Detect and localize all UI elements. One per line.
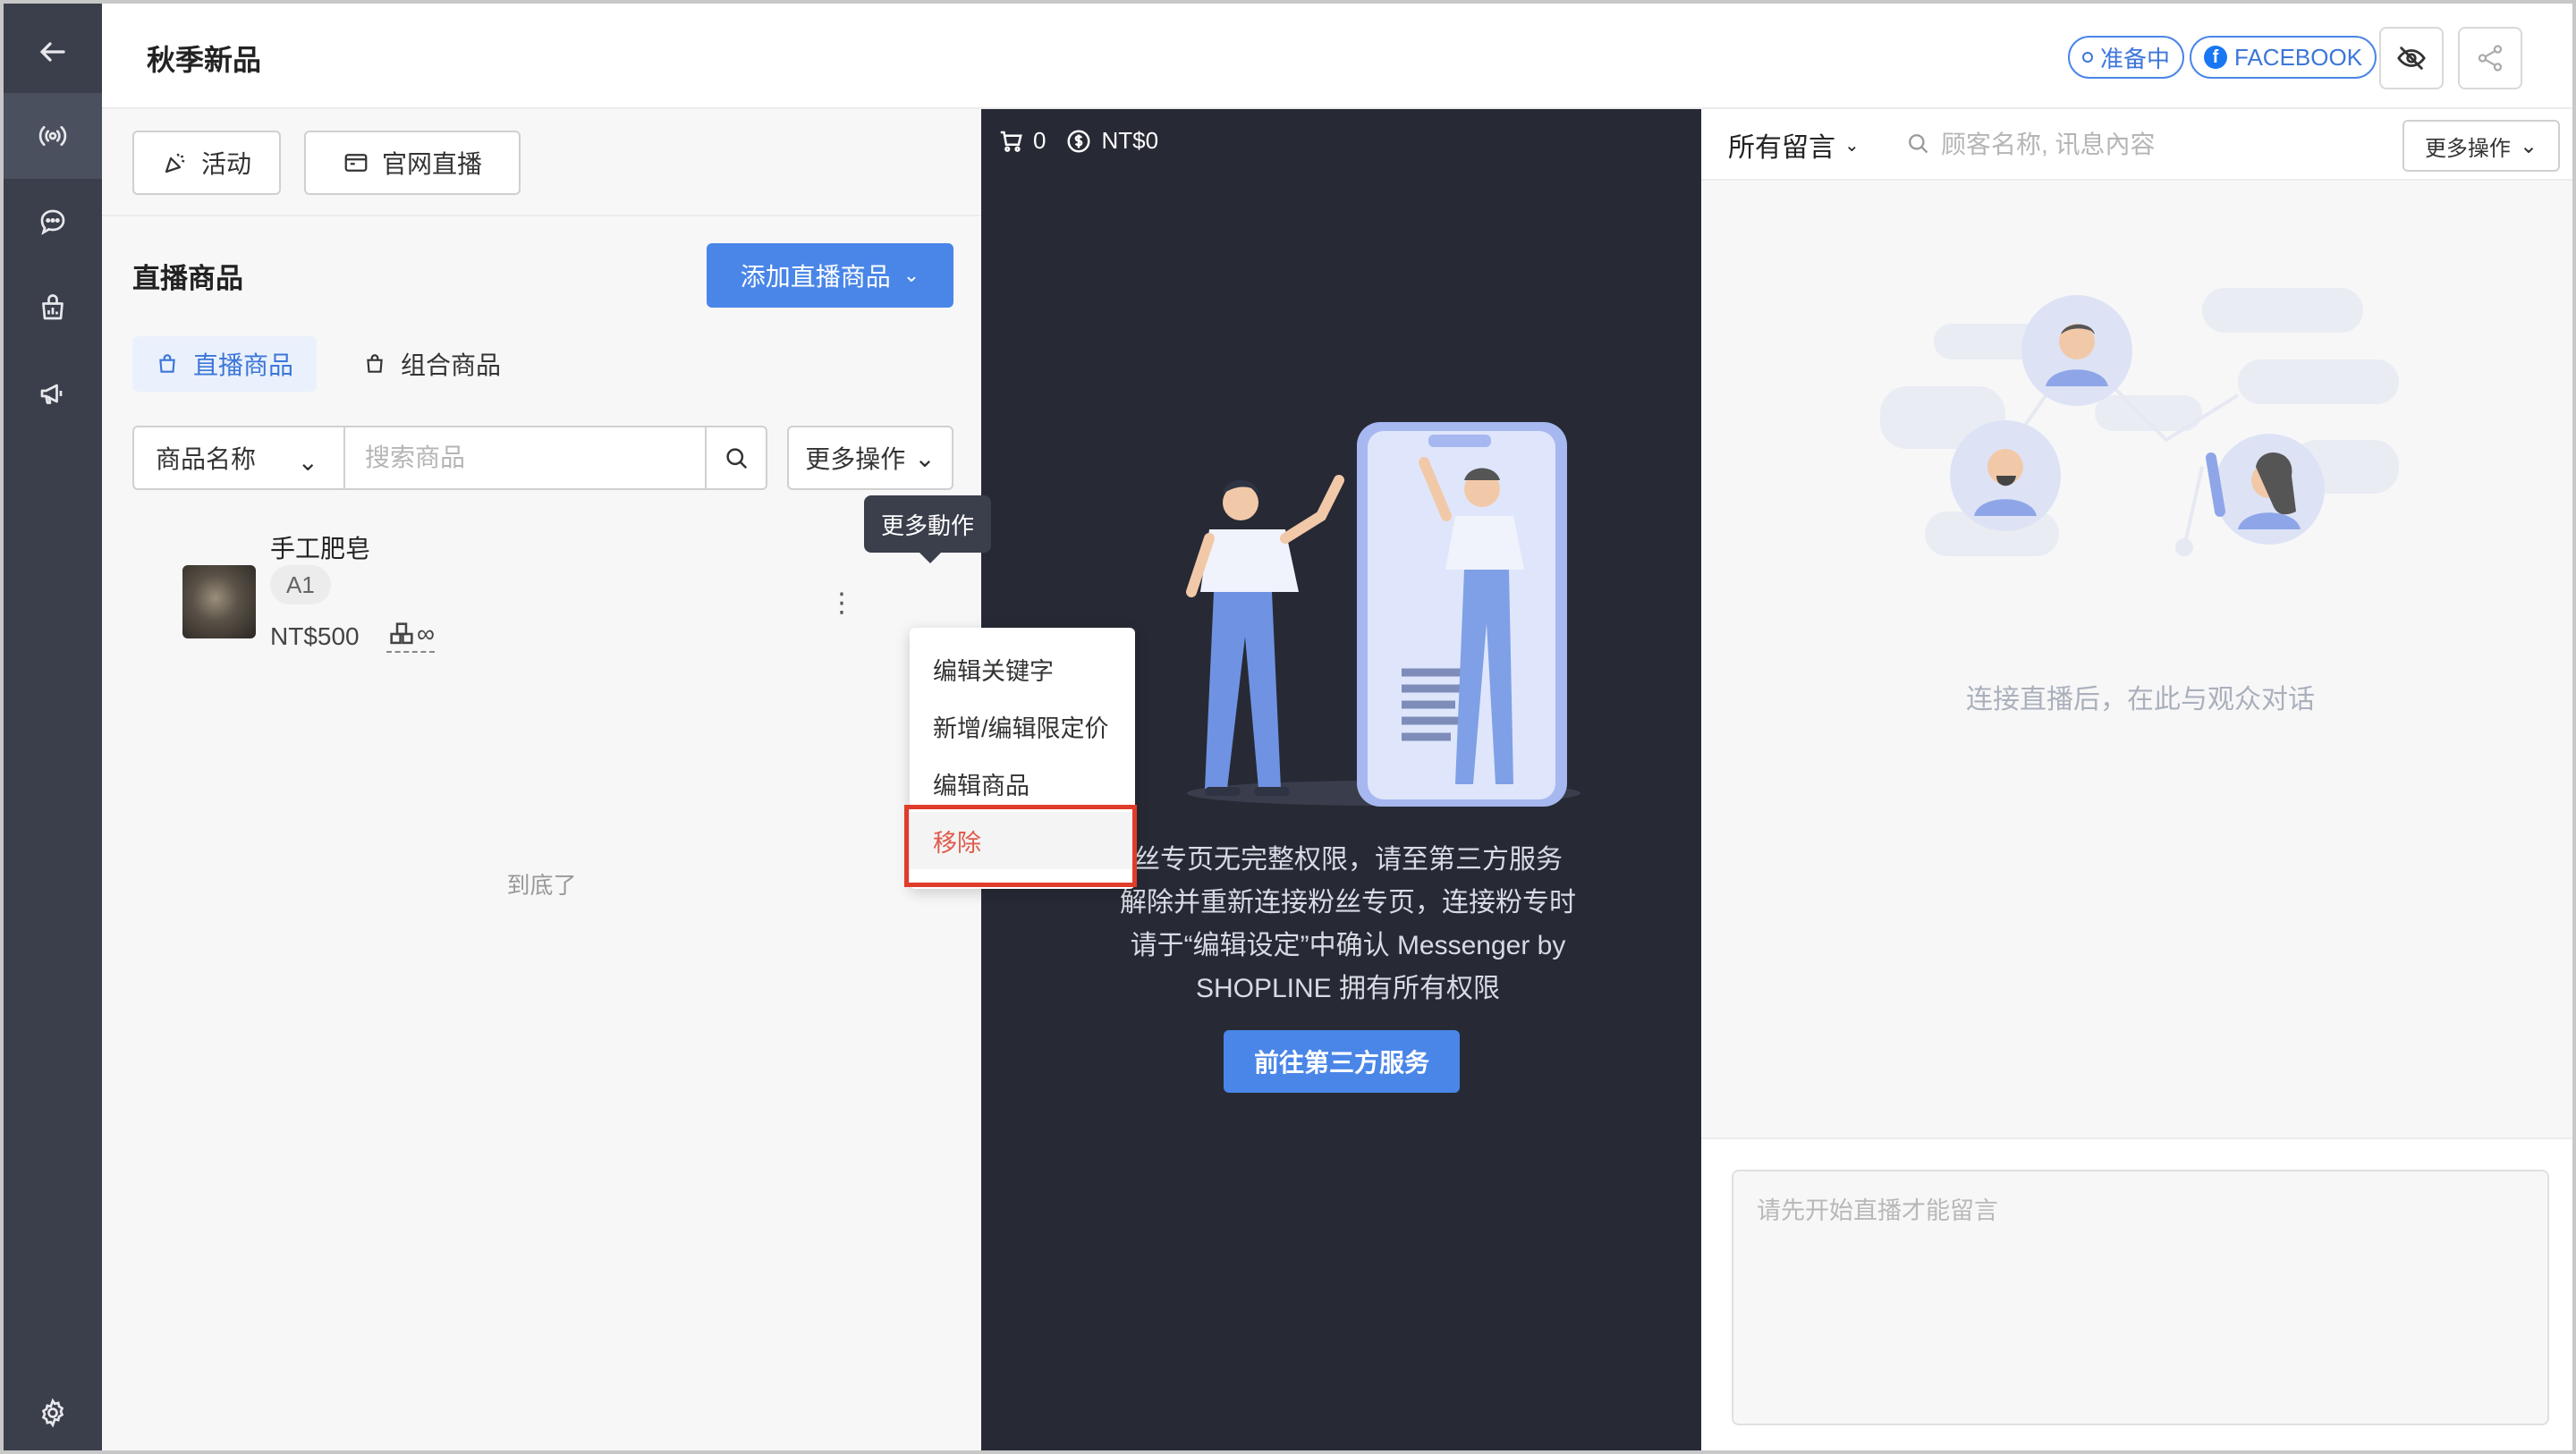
top-header: 秋季新品 准备中 f FACEBOOK <box>102 4 2572 109</box>
chevron-down-icon: ⌄ <box>902 264 920 286</box>
comments-search-input[interactable] <box>1941 120 2299 170</box>
audience-illustration <box>1880 288 2399 556</box>
back-icon <box>40 42 65 62</box>
left-nav <box>4 4 102 1450</box>
stats-icon <box>42 294 64 320</box>
permission-message: 丝专页无完整权限，请至第三方服务 解除并重新连接粉丝专页，连接粉专时 请于“编辑… <box>1062 839 1634 1010</box>
divider <box>1701 1137 2572 1139</box>
message-line: SHOPLINE 拥有所有权限 <box>1195 974 1501 1003</box>
tab-live-products[interactable]: 直播商品 <box>132 336 318 392</box>
inventory-icon <box>390 622 413 645</box>
more-options-icon[interactable]: ⋮ <box>828 590 855 624</box>
message-line: 解除并重新连接粉丝专页，连接粉专时 <box>1120 888 1576 917</box>
product-stock-value: ∞ <box>417 620 435 647</box>
comments-filter-label: 所有留言 <box>1728 133 1835 163</box>
comments-filter-dropdown[interactable]: 所有留言 ⌄ <box>1728 125 1860 165</box>
live-icon <box>38 125 67 147</box>
nav-marketing[interactable] <box>4 351 102 436</box>
nav-live[interactable] <box>4 93 102 179</box>
browser-icon <box>344 154 368 172</box>
status-dot-icon <box>2082 52 2093 63</box>
facebook-icon: f <box>2204 46 2227 69</box>
more-actions-label: 更多操作 <box>805 445 906 473</box>
add-live-product-button[interactable]: 添加直播商品 ⌄ <box>707 243 953 308</box>
activity-button[interactable]: 活动 <box>132 131 281 195</box>
product-thumbnail <box>182 565 256 638</box>
product-name: 手工肥皂 <box>270 535 371 562</box>
panel-toolbar: 活动 官网直播 <box>102 109 981 216</box>
product-tag: A1 <box>270 565 331 604</box>
filter-select-value: 商品名称 <box>156 445 257 473</box>
nav-chat[interactable] <box>4 179 102 265</box>
back-button[interactable] <box>4 9 102 95</box>
activity-button-label: 活动 <box>200 150 251 178</box>
dollar-icon <box>1067 130 1090 152</box>
more-actions-button[interactable]: 更多操作 ⌄ <box>787 426 953 490</box>
share-icon <box>2478 45 2503 72</box>
filter-select[interactable]: 商品名称 ⌄ <box>132 426 345 490</box>
cart-count: 0 <box>1033 127 1046 154</box>
cart-info: 0 NT$0 <box>997 127 1158 155</box>
visibility-toggle-button[interactable] <box>2379 27 2444 89</box>
bag-icon <box>159 354 175 373</box>
chevron-down-icon: ⌄ <box>914 444 936 472</box>
chevron-down-icon: ⌄ <box>1844 135 1860 156</box>
bag-icon <box>367 354 383 373</box>
eye-off-icon <box>2397 46 2426 70</box>
comments-empty-text: 连接直播后，在此与观众对话 <box>1966 685 2315 714</box>
product-price: NT$500 <box>270 622 360 650</box>
tab-bundle-products[interactable]: 组合商品 <box>340 336 524 392</box>
comments-more-actions-button[interactable]: 更多操作 ⌄ <box>2402 120 2560 172</box>
comments-panel: 所有留言 ⌄ 更多操作 ⌄ <box>1701 109 2572 1450</box>
comment-input[interactable] <box>1732 1170 2549 1425</box>
third-party-service-button[interactable]: 前往第三方服务 <box>1224 1030 1460 1093</box>
comments-list: 连接直播后，在此与观众对话 <box>1701 181 2572 1137</box>
tooltip: 更多動作 <box>864 495 991 563</box>
tab-live-products-label: 直播商品 <box>193 351 294 379</box>
chat-icon <box>40 209 65 235</box>
search-button[interactable] <box>705 426 767 490</box>
search-icon <box>726 448 748 469</box>
comments-toolbar: 所有留言 ⌄ 更多操作 ⌄ <box>1701 109 2572 181</box>
menu-item-edit-limited-price[interactable]: 新增/编辑限定价 <box>910 697 1135 755</box>
add-live-product-label: 添加直播商品 <box>740 263 891 291</box>
website-live-button-label: 官网直播 <box>381 150 482 178</box>
menu-item-edit-keyword[interactable]: 编辑关键字 <box>910 640 1135 697</box>
website-live-button[interactable]: 官网直播 <box>304 131 521 195</box>
chevron-down-icon: ⌄ <box>297 448 318 476</box>
comments-more-actions-label: 更多操作 <box>2424 136 2511 161</box>
platform-badge: f FACEBOOK <box>2190 36 2377 79</box>
product-search-input[interactable] <box>343 426 707 490</box>
party-icon <box>165 153 185 173</box>
gear-icon <box>41 1398 64 1428</box>
video-call-illustration <box>1186 422 1580 807</box>
tab-bundle-products-label: 组合商品 <box>401 351 502 379</box>
products-panel: 活动 官网直播 直播商品 添加直播商品 ⌄ 直播商品 组合商品 商品名称 ⌄ 搜… <box>102 109 981 1450</box>
cart-total: NT$0 <box>1101 127 1159 154</box>
share-button[interactable] <box>2458 27 2522 89</box>
search-icon <box>1909 134 1928 154</box>
message-line: 丝专页无完整权限，请至第三方服务 <box>1133 845 1563 875</box>
cart-icon <box>1000 131 1022 152</box>
nav-stats[interactable] <box>4 265 102 351</box>
status-badge: 准备中 <box>2068 36 2185 79</box>
menu-item-edit-product[interactable]: 编辑商品 <box>910 755 1135 812</box>
message-line: 请于“编辑设定”中确认 Messenger by <box>1130 931 1566 960</box>
nav-settings[interactable] <box>4 1370 102 1450</box>
platform-badge-label: FACEBOOK <box>2234 43 2363 71</box>
app-window: 秋季新品 准备中 f FACEBOOK 活动 官网直播 直播商品 添加直播商品 … <box>0 0 2576 1454</box>
section-title: 直播商品 <box>132 263 243 294</box>
product-stock[interactable]: ∞ <box>386 619 435 653</box>
highlight-box <box>904 805 1137 887</box>
megaphone-icon <box>40 384 63 404</box>
status-badge-label: 准备中 <box>2100 45 2171 72</box>
chevron-down-icon: ⌄ <box>2519 133 2538 158</box>
list-end-text: 到底了 <box>506 872 577 899</box>
page-title: 秋季新品 <box>147 44 262 76</box>
